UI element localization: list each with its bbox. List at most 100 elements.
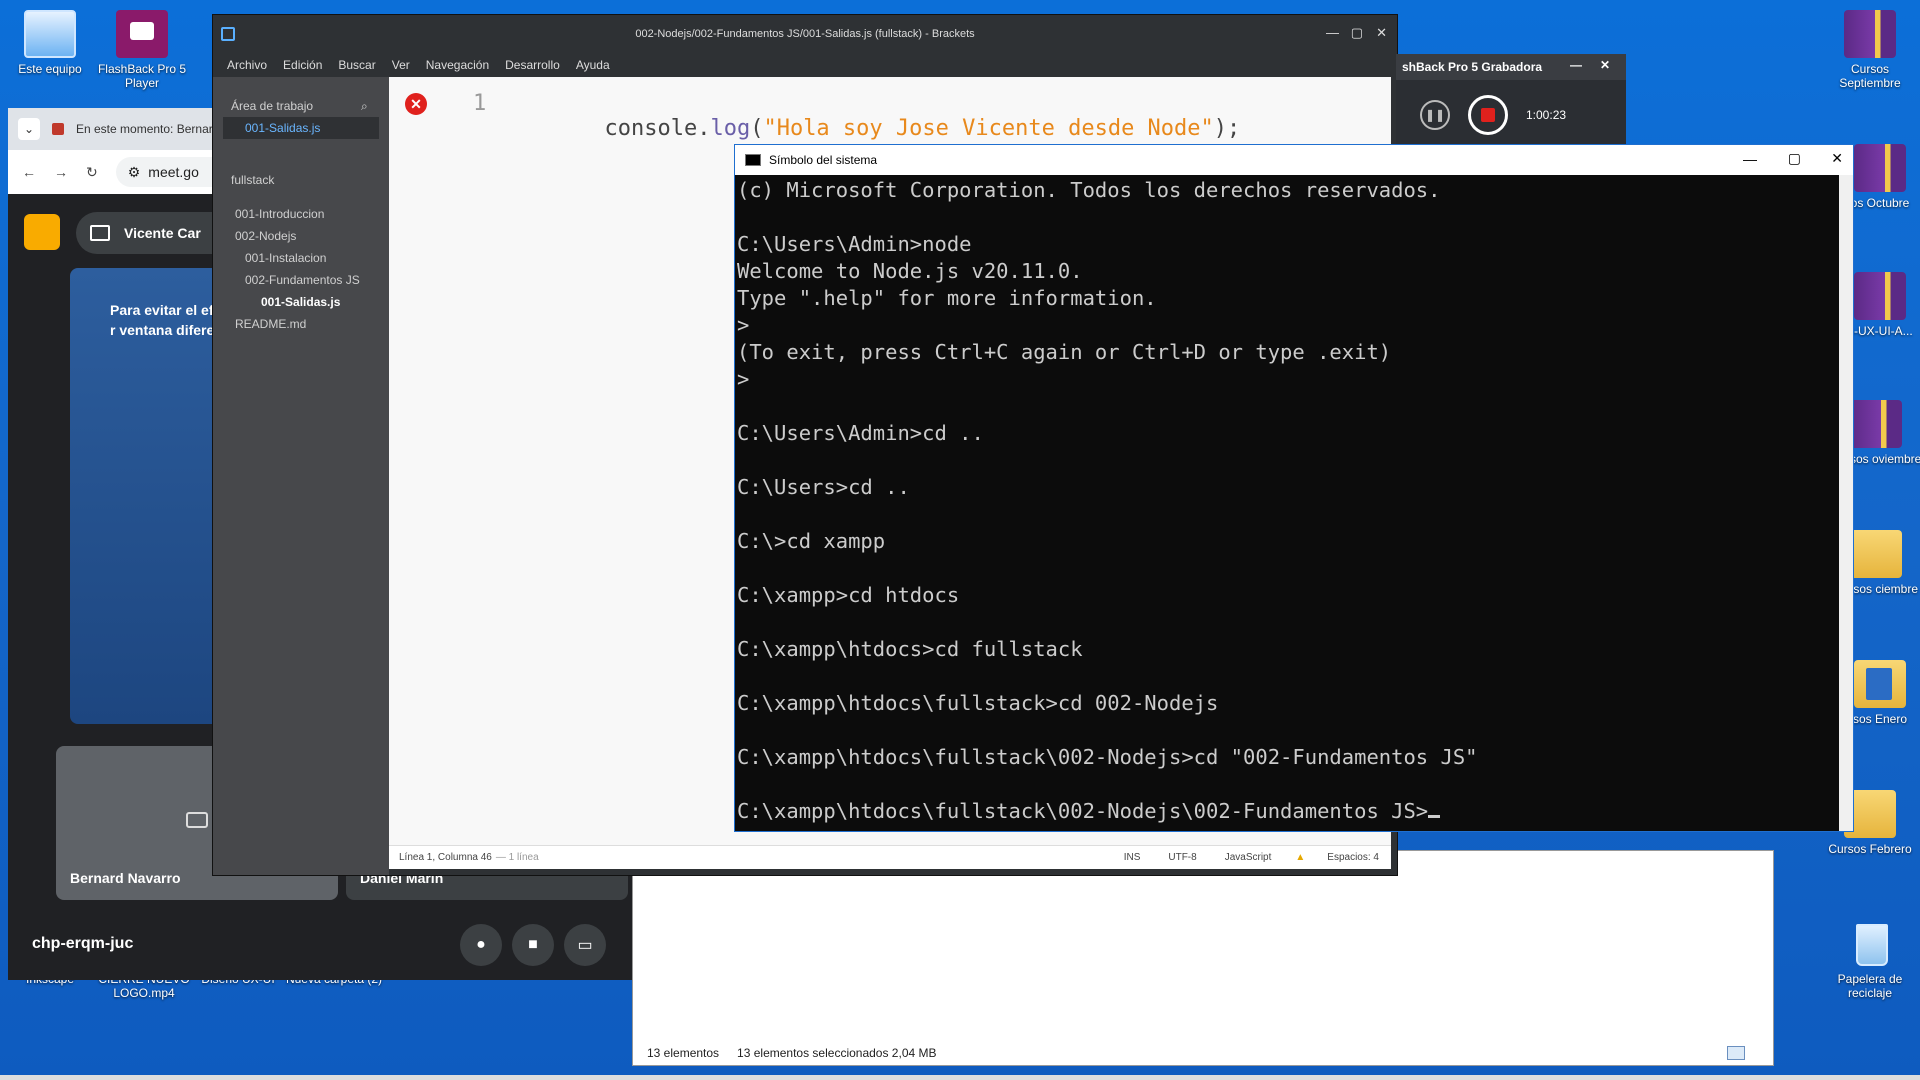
reload-icon[interactable]: ↻ xyxy=(86,164,98,181)
forward-icon[interactable]: → xyxy=(54,164,68,180)
minimize-icon[interactable]: — xyxy=(1743,151,1757,167)
computer-icon xyxy=(24,10,76,58)
code-string: "Hola soy Jose Vicente desde Node" xyxy=(763,116,1214,141)
explorer-status-bar: 13 elementos 13 elementos seleccionados … xyxy=(633,1041,1773,1065)
folder-icon xyxy=(1850,530,1902,578)
recorder-titlebar: shBack Pro 5 Grabadora — ✕ xyxy=(1396,54,1626,80)
cmd-line: C:\Users\Admin>cd .. xyxy=(737,421,984,445)
item-count: 13 elementos xyxy=(647,1046,720,1060)
cmd-line: C:\xampp\htdocs\fullstack\002-Nodejs\002… xyxy=(737,798,1839,825)
minimize-icon[interactable]: — xyxy=(1326,25,1339,40)
tree-file[interactable]: 001-Salidas.js xyxy=(261,295,340,309)
close-icon[interactable]: ✕ xyxy=(1600,58,1610,72)
cmd-line: Welcome to Node.js v20.11.0. xyxy=(737,259,1083,283)
document-folder-icon xyxy=(1854,660,1906,708)
search-icon[interactable]: ⌕ xyxy=(361,99,368,114)
minimize-icon[interactable]: — xyxy=(1570,58,1582,72)
menu-desarrollo[interactable]: Desarrollo xyxy=(505,58,560,72)
flashback-recorder: shBack Pro 5 Grabadora — ✕ ❚❚ 1:00:23 xyxy=(1396,54,1626,150)
camera-off-icon xyxy=(186,812,208,828)
desktop-icon-papelera[interactable]: Papelera de reciclaje xyxy=(1820,920,1920,1000)
working-set-item[interactable]: 001-Salidas.js xyxy=(223,117,379,139)
brackets-titlebar: 002-Nodejs/002-Fundamentos JS/001-Salida… xyxy=(213,15,1397,53)
tree-folder[interactable]: 001-Instalacion xyxy=(245,251,326,265)
working-file-label: 001-Salidas.js xyxy=(245,121,321,135)
meeting-code: chp-erqm-juc xyxy=(32,935,134,952)
recycle-bin-icon xyxy=(1844,920,1896,968)
cmd-line: C:\>cd xampp xyxy=(737,529,886,553)
cmd-line: Type ".help" for more information. xyxy=(737,286,1157,310)
menu-buscar[interactable]: Buscar xyxy=(338,58,375,72)
code-paren: ( xyxy=(750,116,764,141)
brackets-sidebar: Área de trabajo ⌕ 001-Salidas.js fullsta… xyxy=(213,77,389,875)
site-info-icon[interactable]: ⚙ xyxy=(128,164,141,181)
tree-file[interactable]: README.md xyxy=(235,317,306,331)
cmd-line: C:\xampp\htdocs\fullstack>cd 002-Nodejs xyxy=(737,691,1219,715)
menu-navegacion[interactable]: Navegación xyxy=(426,58,489,72)
spaces-setting[interactable]: Espacios: 4 xyxy=(1315,852,1391,863)
brackets-menubar: Archivo Edición Buscar Ver Navegación De… xyxy=(213,53,1397,77)
line-number: 1 xyxy=(473,91,487,116)
menu-ayuda[interactable]: Ayuda xyxy=(576,58,610,72)
tree-folder[interactable]: 001-Introduccion xyxy=(235,207,324,221)
cmd-line xyxy=(737,609,1839,636)
cmd-line: > xyxy=(737,367,750,391)
tab-title[interactable]: En este momento: Bernar xyxy=(76,122,213,136)
pause-icon[interactable]: ❚❚ xyxy=(1420,100,1450,130)
details-view-icon[interactable] xyxy=(1727,1046,1745,1060)
menu-edicion[interactable]: Edición xyxy=(283,58,322,72)
back-icon[interactable]: ← xyxy=(22,164,36,180)
desktop-icon-label: Cursos Febrero xyxy=(1828,842,1912,856)
cmd-line xyxy=(737,501,1839,528)
brackets-status-bar: Línea 1, Columna 46 — 1 línea INS UTF-8 … xyxy=(389,845,1391,869)
cmd-line: C:\xampp\htdocs\fullstack\002-Nodejs>cd … xyxy=(737,745,1478,769)
encoding-select[interactable]: UTF-8 xyxy=(1154,852,1210,863)
scrollbar[interactable] xyxy=(1839,175,1853,831)
warning-icon[interactable]: ▲ xyxy=(1285,852,1315,863)
maximize-icon[interactable]: ▢ xyxy=(1788,150,1801,167)
window-title: 002-Nodejs/002-Fundamentos JS/001-Salida… xyxy=(635,28,975,40)
ins-mode[interactable]: INS xyxy=(1110,852,1155,863)
microphone-icon[interactable]: ● xyxy=(460,924,502,966)
desktop-icon-flashback-player[interactable]: FlashBack Pro 5 Player xyxy=(92,10,192,90)
desktop-icon-label: FlashBack Pro 5 Player xyxy=(97,62,187,90)
cmd-window: Símbolo del sistema — ▢ ✕ (c) Microsoft … xyxy=(734,144,1854,832)
menu-ver[interactable]: Ver xyxy=(392,58,410,72)
cmd-line xyxy=(737,204,1839,231)
menu-archivo[interactable]: Archivo xyxy=(227,58,267,72)
recorder-title: shBack Pro 5 Grabadora xyxy=(1402,60,1543,74)
close-icon[interactable]: ✕ xyxy=(1376,25,1387,41)
cmd-line xyxy=(737,663,1839,690)
cmd-line: (To exit, press Ctrl+C again or Ctrl+D o… xyxy=(737,340,1392,364)
cmd-line: C:\xampp>cd htdocs xyxy=(737,583,960,607)
cmd-line xyxy=(737,771,1839,798)
stop-presenting-icon[interactable] xyxy=(24,214,60,250)
tree-folder[interactable]: 002-Fundamentos JS xyxy=(245,273,360,287)
language-select[interactable]: JavaScript xyxy=(1211,852,1286,863)
camera-icon[interactable]: ■ xyxy=(512,924,554,966)
desktop-icon-label: Cursos Septiembre xyxy=(1839,62,1901,90)
tree-folder[interactable]: 002-Nodejs xyxy=(235,229,296,243)
error-icon[interactable]: ✕ xyxy=(405,93,427,115)
tab-search-icon[interactable]: ⌄ xyxy=(18,118,40,140)
desktop-icon-label: Este equipo xyxy=(18,62,82,76)
recording-timer: 1:00:23 xyxy=(1526,108,1567,122)
cmd-line: C:\Users>cd .. xyxy=(737,475,910,499)
desktop-icon-cursos-septiembre[interactable]: Cursos Septiembre xyxy=(1820,10,1920,90)
onenote-icon xyxy=(1844,10,1896,58)
maximize-icon[interactable]: ▢ xyxy=(1351,25,1363,41)
desktop-icon-este-equipo[interactable]: Este equipo xyxy=(0,10,100,76)
cmd-line xyxy=(737,393,1839,420)
code-fn: log xyxy=(710,116,751,141)
close-icon[interactable]: ✕ xyxy=(1831,150,1843,167)
presenter-name: Vicente Car xyxy=(124,225,201,241)
flashback-icon xyxy=(116,10,168,58)
stop-record-icon[interactable] xyxy=(1468,95,1508,135)
project-dropdown[interactable]: fullstack xyxy=(231,173,274,187)
present-icon xyxy=(90,225,110,241)
cmd-icon xyxy=(745,154,761,166)
cmd-title: Símbolo del sistema xyxy=(769,153,878,167)
cmd-output[interactable]: (c) Microsoft Corporation. Todos los der… xyxy=(735,175,1839,831)
captions-icon[interactable]: ▭ xyxy=(564,924,606,966)
brackets-logo-icon xyxy=(221,27,235,41)
